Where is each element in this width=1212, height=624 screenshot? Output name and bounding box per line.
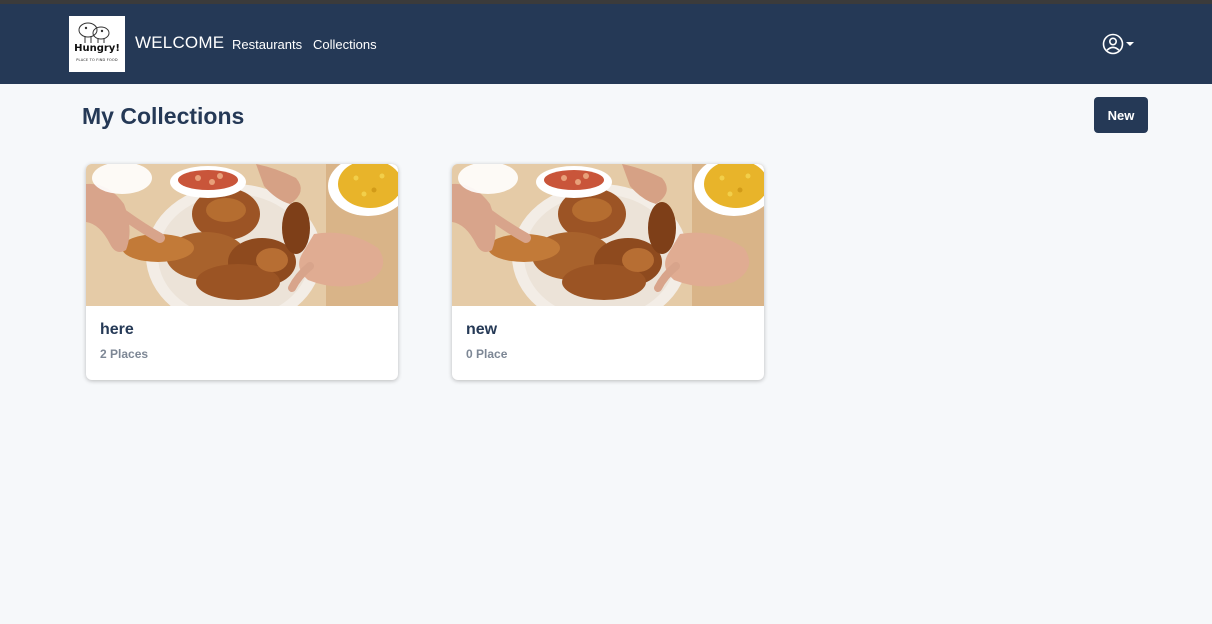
hungry-logo[interactable]: Hungry! PLACE TO FIND FOOD bbox=[69, 16, 125, 72]
new-collection-button[interactable]: New bbox=[1094, 97, 1148, 133]
collection-card[interactable]: here 2 Places bbox=[86, 164, 398, 380]
page-title: My Collections bbox=[82, 103, 245, 129]
collection-name: new bbox=[466, 321, 498, 338]
collection-name: here bbox=[100, 321, 134, 338]
user-menu-dropdown[interactable] bbox=[1102, 33, 1136, 55]
logo-tagline: PLACE TO FIND FOOD bbox=[76, 58, 118, 62]
collection-image bbox=[86, 164, 398, 306]
nav-link-restaurants[interactable]: Restaurants bbox=[232, 37, 302, 52]
collection-card[interactable]: new 0 Place bbox=[452, 164, 764, 380]
collection-place-count: 2 Places bbox=[100, 347, 149, 361]
top-navbar: Hungry! PLACE TO FIND FOOD WELCOME Resta… bbox=[0, 4, 1212, 84]
nav-link-collections[interactable]: Collections bbox=[313, 37, 377, 52]
brand-welcome[interactable]: WELCOME bbox=[135, 33, 224, 53]
logo-text: Hungry! bbox=[74, 43, 120, 54]
collection-place-count: 0 Place bbox=[466, 347, 508, 361]
collection-image bbox=[452, 164, 764, 306]
caret-down-icon bbox=[1126, 42, 1134, 46]
user-circle-icon bbox=[1102, 33, 1124, 55]
